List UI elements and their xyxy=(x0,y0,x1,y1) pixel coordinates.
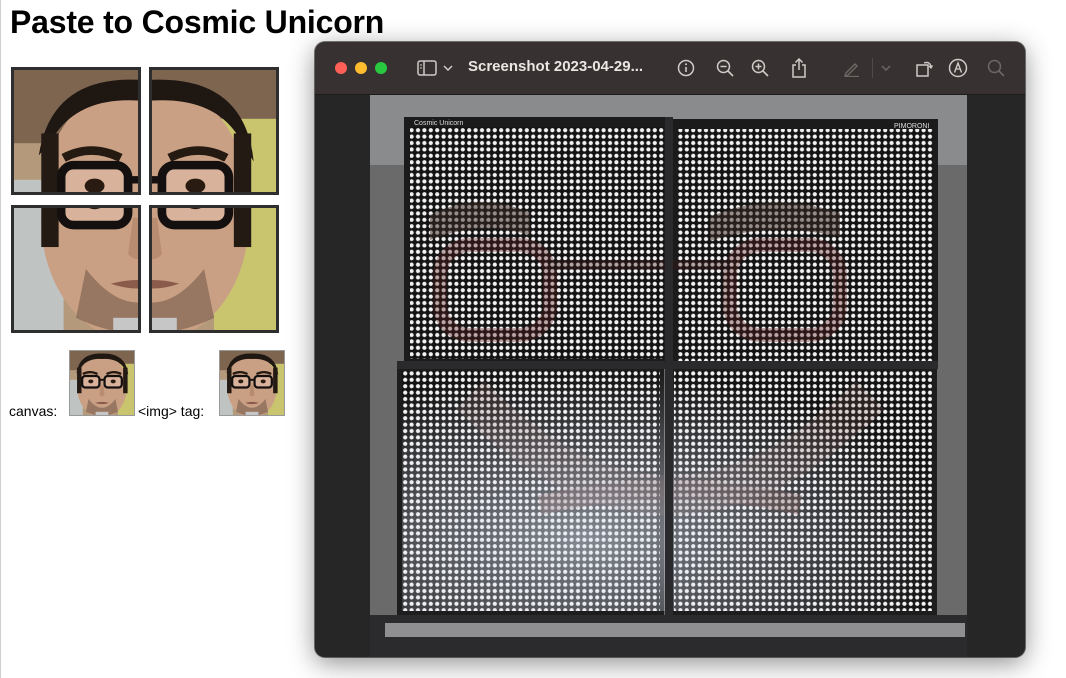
face-tile-bottom-right xyxy=(149,205,279,333)
chevron-down-icon[interactable] xyxy=(879,56,893,80)
photo-brand-left: Cosmic Unicorn xyxy=(414,120,464,127)
search-icon[interactable] xyxy=(985,56,1007,80)
img-tag-preview xyxy=(219,350,285,416)
face-tile-top-right xyxy=(149,67,279,195)
chevron-down-icon[interactable] xyxy=(441,56,455,80)
preview-window[interactable]: Screenshot 2023-04-29... Cosmic Unicorn … xyxy=(315,42,1025,657)
rotate-icon[interactable] xyxy=(913,56,935,80)
window-title: Screenshot 2023-04-29... xyxy=(468,58,644,75)
window-titlebar[interactable]: Screenshot 2023-04-29... xyxy=(315,42,1025,95)
image-viewer[interactable]: Cosmic Unicorn PIMORONI xyxy=(315,95,1025,657)
maximize-button[interactable] xyxy=(375,62,387,74)
minimize-button[interactable] xyxy=(355,62,367,74)
face-tile-bottom-left xyxy=(11,205,141,333)
info-icon[interactable] xyxy=(675,56,697,80)
zoom-out-icon[interactable] xyxy=(714,56,736,80)
toolbar-separator xyxy=(872,58,873,78)
face-tile-top-left xyxy=(11,67,141,195)
zoom-in-icon[interactable] xyxy=(749,56,771,80)
sidebar-icon[interactable] xyxy=(415,56,439,80)
img-tag-label: <img> tag: xyxy=(138,403,205,419)
canvas-preview xyxy=(69,350,135,416)
photo-brand-right: PIMORONI xyxy=(894,123,929,130)
led-panel-photo: Cosmic Unicorn PIMORONI xyxy=(370,95,967,657)
canvas-label: canvas: xyxy=(9,403,58,419)
share-icon[interactable] xyxy=(788,56,810,80)
close-button[interactable] xyxy=(335,62,347,74)
annotate-icon[interactable] xyxy=(947,56,969,80)
markup-pen-icon[interactable] xyxy=(841,56,863,80)
page-title: Paste to Cosmic Unicorn xyxy=(10,4,385,40)
page-left-border xyxy=(0,0,1,678)
